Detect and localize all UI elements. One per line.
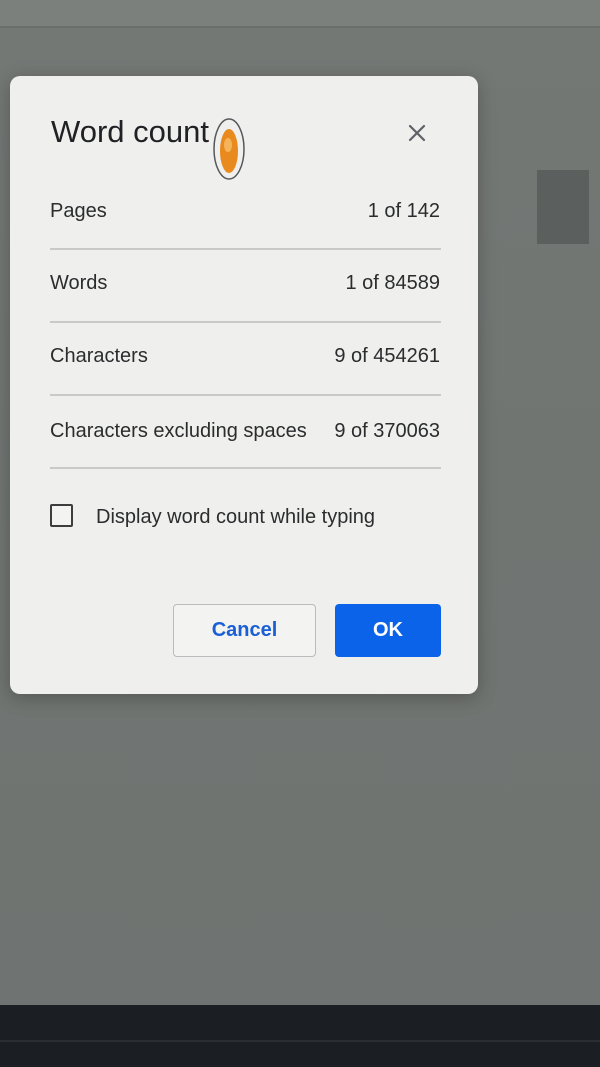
close-button[interactable]	[402, 118, 432, 148]
stat-label: Characters	[50, 345, 148, 367]
stat-row-words: Words 1 of 84589	[50, 272, 440, 312]
stat-value: 1 of 142	[367, 200, 440, 222]
display-word-count-checkbox[interactable]	[50, 504, 73, 527]
stat-label: Characters excluding spaces	[50, 420, 307, 442]
stat-row-characters-excluding-spaces: Characters excluding spaces 9 of 370063	[50, 420, 440, 460]
bezel-edge	[0, 1040, 600, 1042]
divider	[50, 467, 441, 469]
document-top-strip	[0, 0, 600, 28]
side-thumbnail	[537, 170, 589, 244]
stat-label: Pages	[50, 200, 107, 222]
divider	[50, 321, 441, 323]
stat-value: 9 of 454261	[334, 345, 440, 367]
divider	[50, 248, 441, 250]
monitor-bezel	[0, 1005, 600, 1067]
ok-button[interactable]: OK	[335, 604, 441, 657]
stat-value: 1 of 84589	[345, 272, 440, 294]
cancel-button[interactable]: Cancel	[173, 604, 316, 657]
stat-value: 9 of 370063	[334, 420, 440, 442]
checkbox-label: Display word count while typing	[96, 506, 376, 528]
divider	[50, 394, 441, 396]
stat-row-characters: Characters 9 of 454261	[50, 345, 440, 385]
word-count-dialog: Word count Pages 1 of 142 Words 1 of 845…	[10, 76, 478, 694]
close-icon	[408, 124, 426, 142]
stat-label: Words	[50, 272, 108, 294]
stat-row-pages: Pages 1 of 142	[50, 200, 440, 240]
cursor-smudge-icon	[209, 115, 249, 185]
dialog-title: Word count	[51, 114, 209, 149]
